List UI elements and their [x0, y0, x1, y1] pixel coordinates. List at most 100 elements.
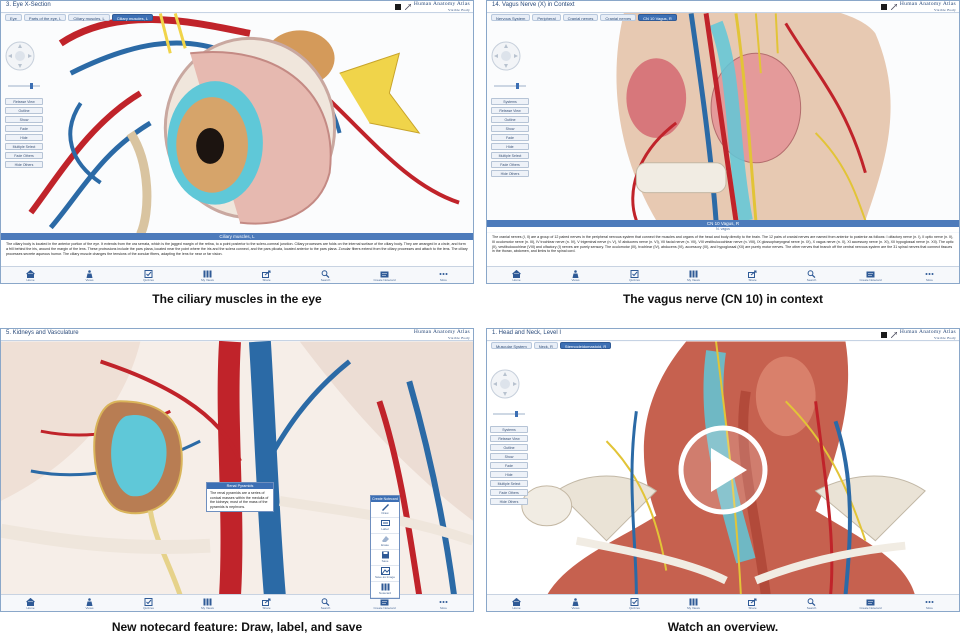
quiz-icon: [144, 597, 153, 606]
fade-button[interactable]: Fade: [490, 462, 528, 469]
erase-tool[interactable]: Erase: [371, 535, 399, 550]
share-icon: [748, 598, 757, 606]
breadcrumb-item[interactable]: Muscular System: [491, 342, 532, 349]
hide-button[interactable]: Hide: [5, 134, 43, 141]
draw-tool[interactable]: Draw: [371, 503, 399, 518]
expand-icon[interactable]: [891, 332, 897, 338]
play-video-button[interactable]: [677, 424, 769, 516]
tab-quizzes[interactable]: Quizzes: [129, 269, 169, 282]
tab-quizzes[interactable]: Quizzes: [615, 597, 655, 610]
zoom-slider[interactable]: [5, 82, 43, 90]
hide-button[interactable]: Hide: [490, 471, 528, 478]
multiple-select-button[interactable]: Multiple Select: [491, 152, 529, 159]
figure-icon: [86, 269, 93, 278]
breadcrumb-item[interactable]: Cranial nerves: [600, 14, 637, 21]
eraser-icon: [381, 536, 389, 542]
navigation-pad-icon[interactable]: [491, 41, 521, 71]
outline-button[interactable]: Outline: [490, 444, 528, 451]
systems-button[interactable]: Systems: [491, 98, 529, 105]
outline-button[interactable]: Outline: [5, 107, 43, 114]
more-icon: [925, 600, 934, 603]
breadcrumb-item-active[interactable]: Ciliary muscles, L: [111, 14, 154, 21]
tab-views[interactable]: Views: [556, 597, 596, 610]
tab-views[interactable]: Views: [70, 269, 110, 282]
breadcrumb-item[interactable]: Cranial nerves: [562, 14, 599, 21]
outline-button[interactable]: Outline: [491, 116, 529, 123]
layer-icon[interactable]: [881, 4, 887, 10]
show-button[interactable]: Show: [5, 116, 43, 123]
zoom-slider[interactable]: [490, 410, 528, 418]
tab-more[interactable]: More: [424, 269, 464, 282]
breadcrumb-item[interactable]: Eye: [5, 14, 22, 21]
expand-icon[interactable]: [405, 4, 411, 10]
head-neck-3d-model[interactable]: [487, 13, 959, 221]
tab-create-notecard[interactable]: Create Notecard: [851, 269, 891, 282]
tab-share[interactable]: Share: [733, 269, 773, 282]
tab-home[interactable]: Home: [11, 597, 51, 610]
breadcrumb-item[interactable]: Nervous System: [491, 14, 531, 21]
multiple-select-button[interactable]: Multiple Select: [5, 143, 43, 150]
tab-share[interactable]: Share: [247, 597, 287, 610]
label-callout[interactable]: Renal Pyramids The renal pyramids are a …: [206, 482, 274, 513]
layer-icon[interactable]: [881, 332, 887, 338]
hide-others-button[interactable]: Hide Others: [5, 161, 43, 168]
fade-button[interactable]: Fade: [5, 125, 43, 132]
hide-others-button[interactable]: Hide Others: [491, 170, 529, 177]
save-image-tool[interactable]: Save as Image: [371, 567, 399, 582]
tab-search[interactable]: Search: [306, 269, 346, 282]
breadcrumb-item-active[interactable]: CN 10 Vagus, R: [638, 14, 677, 21]
tab-my-views[interactable]: My Views: [674, 269, 714, 282]
tab-share[interactable]: Share: [247, 269, 287, 282]
fade-others-button[interactable]: Fade Others: [491, 161, 529, 168]
expand-icon[interactable]: [891, 4, 897, 10]
systems-button[interactable]: Systems: [490, 426, 528, 433]
tab-search[interactable]: Search: [792, 597, 832, 610]
tab-search[interactable]: Search: [306, 597, 346, 610]
fade-others-button[interactable]: Fade Others: [5, 152, 43, 159]
tab-home[interactable]: Home: [11, 269, 51, 282]
tab-quizzes[interactable]: Quizzes: [615, 269, 655, 282]
tab-my-views[interactable]: My Views: [188, 597, 228, 610]
hide-others-button[interactable]: Hide Others: [490, 498, 528, 505]
zoom-slider[interactable]: [491, 82, 529, 90]
share-icon: [262, 598, 271, 606]
kidney-3d-model[interactable]: [1, 341, 473, 596]
tab-my-views[interactable]: My Views: [674, 597, 714, 610]
image-icon: [380, 567, 390, 575]
tab-views[interactable]: Views: [70, 597, 110, 610]
tab-share[interactable]: Share: [733, 597, 773, 610]
tab-create-notecard[interactable]: Create Notecard: [365, 269, 405, 282]
breadcrumb-item[interactable]: Neck, R: [533, 342, 558, 349]
breadcrumb-item[interactable]: Peripheral: [532, 14, 561, 21]
hide-button[interactable]: Hide: [491, 143, 529, 150]
fade-button[interactable]: Fade: [491, 134, 529, 141]
multiple-select-button[interactable]: Multiple Select: [490, 480, 528, 487]
show-button[interactable]: Show: [491, 125, 529, 132]
show-button[interactable]: Show: [490, 453, 528, 460]
tab-more[interactable]: More: [910, 597, 950, 610]
release-view-button[interactable]: Release View: [5, 98, 43, 105]
release-view-button[interactable]: Release View: [491, 107, 529, 114]
tab-more[interactable]: More: [424, 597, 464, 610]
breadcrumb-item[interactable]: Ciliary muscles, L: [68, 14, 110, 21]
notecard-tool[interactable]: Notecard: [371, 583, 399, 598]
fade-others-button[interactable]: Fade Others: [490, 489, 528, 496]
save-tool[interactable]: Save: [371, 551, 399, 566]
navigation-pad-icon[interactable]: [490, 369, 520, 399]
tab-views[interactable]: Views: [556, 269, 596, 282]
release-view-button[interactable]: Release View: [490, 435, 528, 442]
tab-search[interactable]: Search: [792, 269, 832, 282]
layer-icon[interactable]: [395, 4, 401, 10]
tab-my-views[interactable]: My Views: [188, 269, 228, 282]
label-tool[interactable]: Label: [371, 519, 399, 534]
tab-more[interactable]: More: [910, 269, 950, 282]
navigation-pad-icon[interactable]: [5, 41, 35, 71]
tab-home[interactable]: Home: [497, 269, 537, 282]
tab-create-notecard[interactable]: Create Notecard: [851, 597, 891, 610]
tab-home[interactable]: Home: [497, 597, 537, 610]
breadcrumb-item[interactable]: Parts of the eye, L: [23, 14, 67, 21]
breadcrumb-item-active[interactable]: Sternocleidomastoid, R: [559, 342, 612, 349]
window-topbar: 14. Vagus Nerve (X) in Context Human Ana…: [487, 1, 959, 13]
eye-3d-model[interactable]: [1, 13, 473, 235]
tab-quizzes[interactable]: Quizzes: [129, 597, 169, 610]
